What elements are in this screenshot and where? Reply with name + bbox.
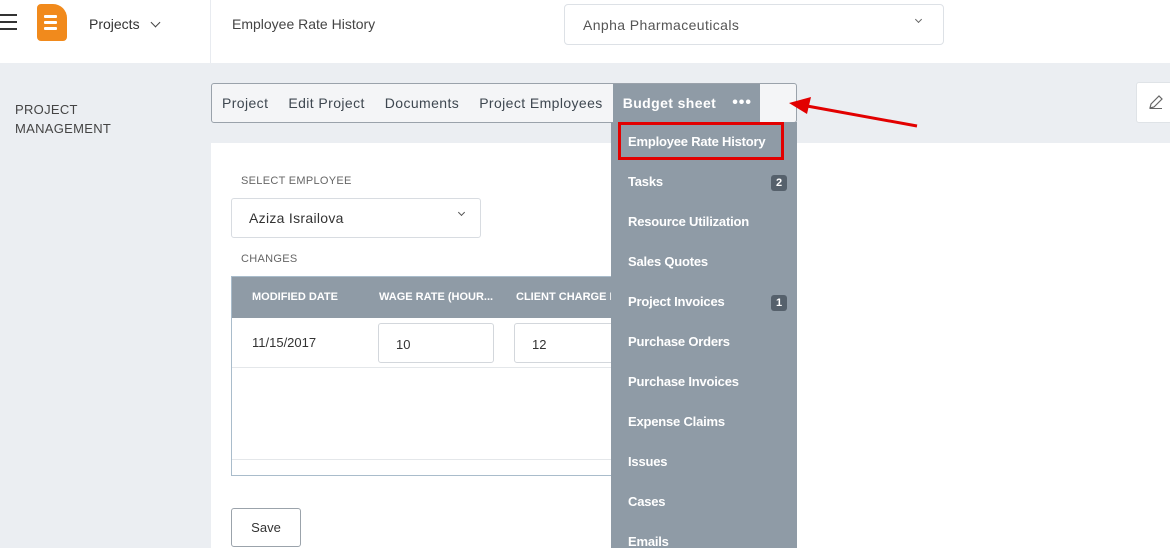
more-tabs-dropdown: Employee Rate History Tasks 2 Resource U… <box>611 122 797 548</box>
more-dots-icon[interactable]: ••• <box>726 84 761 122</box>
menu-item-employee-rate-history[interactable]: Employee Rate History <box>628 134 766 149</box>
changes-label: CHANGES <box>241 253 298 265</box>
chevron-down-icon <box>914 15 923 24</box>
menu-item-emails[interactable]: Emails <box>628 534 669 548</box>
sidebar-title-line1: PROJECT <box>15 102 78 117</box>
pencil-icon <box>1149 95 1163 109</box>
wage-rate-input[interactable]: 10 <box>378 323 494 363</box>
chevron-down-icon <box>150 17 161 27</box>
projects-menu[interactable]: Projects <box>89 16 161 32</box>
chevron-down-icon <box>457 208 466 217</box>
column-header-wage-rate[interactable]: WAGE RATE (HOUR... <box>379 291 493 303</box>
hamburger-icon[interactable] <box>0 14 18 34</box>
edit-button[interactable] <box>1136 82 1170 123</box>
app-switcher-area: Projects <box>0 0 211 63</box>
company-select[interactable]: Anpha Pharmaceuticals <box>564 4 944 45</box>
tab-budget-sheet[interactable]: Budget sheet <box>612 84 727 122</box>
tab-documents[interactable]: Documents <box>375 84 469 122</box>
table-row: 11/15/2017 10 12 <box>232 318 620 368</box>
column-header-modified-date[interactable]: MODIFIED DATE <box>252 291 338 303</box>
menu-item-issues[interactable]: Issues <box>628 454 667 469</box>
app-logo-icon <box>37 4 67 41</box>
menu-item-cases[interactable]: Cases <box>628 494 666 509</box>
menu-item-purchase-invoices[interactable]: Purchase Invoices <box>628 374 739 389</box>
sidebar-section-title: PROJECT MANAGEMENT <box>15 100 111 138</box>
tab-project-employees[interactable]: Project Employees <box>469 84 613 122</box>
annotation-arrow <box>789 97 918 128</box>
project-tabs: Project Edit Project Documents Project E… <box>211 83 797 123</box>
tab-project[interactable]: Project <box>212 84 278 122</box>
modified-date-cell: 11/15/2017 <box>252 335 317 350</box>
column-header-client-charge[interactable]: CLIENT CHARGE R <box>516 291 617 303</box>
company-select-value: Anpha Pharmaceuticals <box>583 17 740 33</box>
grid-header: MODIFIED DATE WAGE RATE (HOUR... CLIENT … <box>232 277 620 318</box>
tab-edit-project[interactable]: Edit Project <box>278 84 374 122</box>
page-title: Employee Rate History <box>232 16 376 32</box>
menu-item-expense-claims[interactable]: Expense Claims <box>628 414 725 429</box>
projects-menu-label: Projects <box>89 16 140 32</box>
save-button[interactable]: Save <box>231 508 301 547</box>
project-invoices-count-badge: 1 <box>771 295 787 311</box>
employee-select[interactable]: Aziza Israilova <box>231 198 481 238</box>
menu-item-project-invoices[interactable]: Project Invoices <box>628 294 725 309</box>
employee-select-value: Aziza Israilova <box>249 210 344 226</box>
client-charge-input[interactable]: 12 <box>514 323 620 363</box>
menu-item-resource-utilization[interactable]: Resource Utilization <box>628 214 749 229</box>
menu-item-tasks[interactable]: Tasks <box>628 174 663 189</box>
tasks-count-badge: 2 <box>771 175 787 191</box>
menu-item-sales-quotes[interactable]: Sales Quotes <box>628 254 708 269</box>
menu-item-purchase-orders[interactable]: Purchase Orders <box>628 334 730 349</box>
grid-footer-divider <box>232 459 620 460</box>
select-employee-label: SELECT EMPLOYEE <box>241 175 352 187</box>
rate-history-grid: MODIFIED DATE WAGE RATE (HOUR... CLIENT … <box>231 276 621 476</box>
top-bar: Projects Employee Rate History Anpha Pha… <box>0 0 1170 63</box>
sidebar-title-line2: MANAGEMENT <box>15 121 112 136</box>
